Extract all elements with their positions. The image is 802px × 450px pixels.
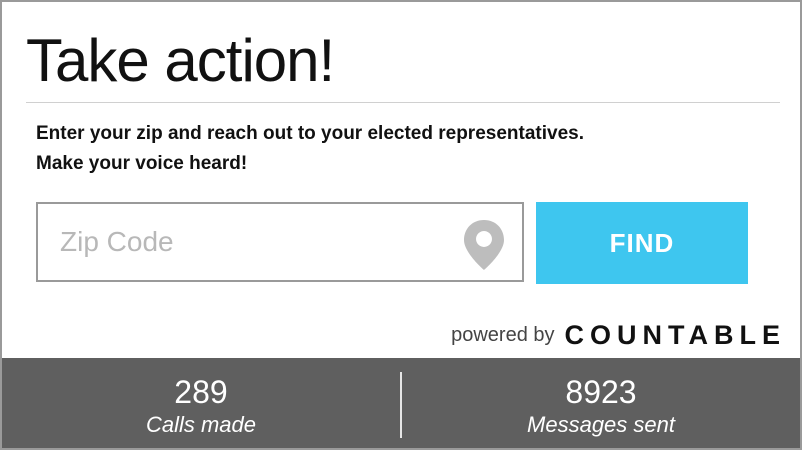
page-title: Take action!: [26, 27, 335, 94]
powered-by[interactable]: powered by COUNTABLE: [451, 320, 786, 351]
messages-sent-count: 8923: [565, 374, 637, 410]
calls-made-count: 289: [174, 374, 228, 410]
calls-made-stat: 289 Calls made: [2, 358, 400, 448]
zip-code-input[interactable]: [38, 204, 458, 280]
description: Enter your zip and reach out to your ele…: [36, 119, 776, 179]
zip-code-field[interactable]: [36, 202, 524, 282]
description-line-1: Enter your zip and reach out to your ele…: [36, 123, 584, 144]
title-divider: [26, 102, 780, 103]
countable-logo[interactable]: COUNTABLE: [565, 320, 786, 351]
powered-by-label: powered by: [451, 324, 555, 346]
description-line-2: Make your voice heard!: [36, 153, 248, 174]
messages-sent-label: Messages sent: [527, 412, 675, 437]
calls-made-label: Calls made: [145, 412, 257, 437]
messages-sent-stat: 8923 Messages sent: [402, 358, 800, 448]
take-action-widget: Take action! Enter your zip and reach ou…: [0, 0, 802, 450]
find-button[interactable]: FIND: [536, 202, 748, 284]
stats-bar: 289 Calls made 8923 Messages sent: [2, 358, 800, 448]
map-pin-icon[interactable]: [462, 218, 506, 272]
